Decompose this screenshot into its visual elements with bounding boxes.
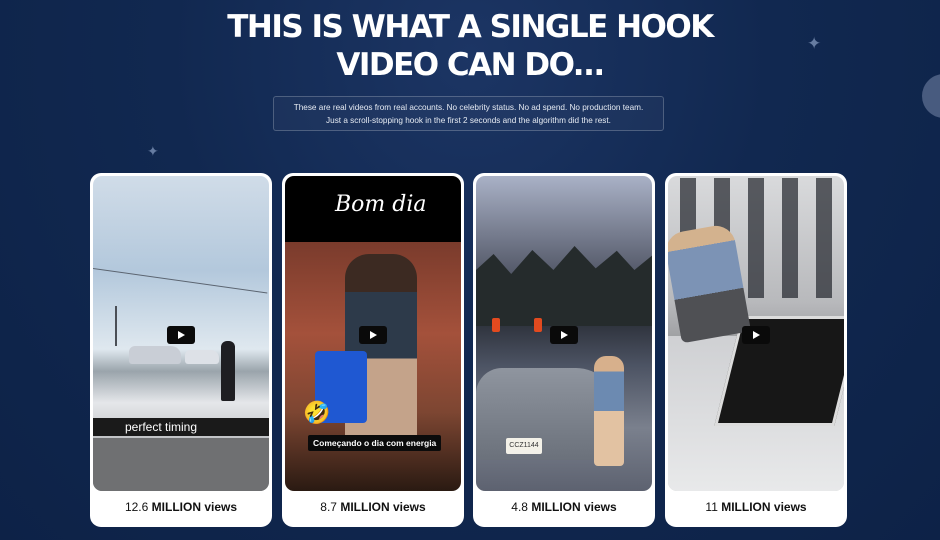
play-icon[interactable] xyxy=(167,326,195,344)
video-card[interactable]: Bom dia 🤣 Começando o dia com energia 8.… xyxy=(282,173,464,527)
views-unit: MILLION xyxy=(721,500,771,514)
scene-pole xyxy=(115,306,117,346)
video-caption: perfect timing xyxy=(125,420,198,434)
play-icon[interactable] xyxy=(742,326,770,344)
plate-text: CCZ1144 xyxy=(509,442,539,449)
views-word: views xyxy=(584,500,617,514)
headline: THIS IS WHAT A SINGLE HOOK VIDEO CAN DO.… xyxy=(0,8,940,84)
video-card[interactable]: perfect timing 12.6 MILLION views xyxy=(90,173,272,527)
video-thumbnail[interactable] xyxy=(668,176,844,491)
scene-person xyxy=(594,356,624,466)
views-unit: MILLION xyxy=(151,500,201,514)
headline-line-1: THIS IS WHAT A SINGLE HOOK xyxy=(227,9,714,45)
play-icon[interactable] xyxy=(359,326,387,344)
views-unit: MILLION xyxy=(531,500,581,514)
views-number: 11 xyxy=(705,500,718,514)
scene-car xyxy=(129,346,181,364)
views-word: views xyxy=(773,500,807,514)
video-thumbnail[interactable]: CCZ1144 xyxy=(476,176,652,491)
view-count: 4.8 MILLION views xyxy=(476,491,652,524)
subtitle-line-1: These are real videos from real accounts… xyxy=(293,103,644,112)
views-word: views xyxy=(204,500,238,514)
views-number: 4.8 xyxy=(511,500,528,514)
view-count: 12.6 MILLION views xyxy=(93,491,269,524)
scene-ground xyxy=(93,438,269,491)
scene-car xyxy=(185,350,219,364)
laughing-emoji-icon: 🤣 xyxy=(303,400,331,425)
views-number: 12.6 xyxy=(124,500,149,514)
views-word: views xyxy=(393,500,426,514)
play-icon[interactable] xyxy=(550,326,578,344)
view-count: 8.7 MILLION views xyxy=(285,491,461,524)
view-count: 11 MILLION views xyxy=(668,491,844,524)
subtitle-line-2: Just a scroll-stopping hook in the first… xyxy=(326,116,611,125)
scene-trees xyxy=(476,246,652,326)
video-card[interactable]: 11 MILLION views xyxy=(665,173,847,527)
sparkle-icon: ✦ xyxy=(147,143,159,159)
video-thumbnail[interactable]: Bom dia 🤣 Começando o dia com energia xyxy=(285,176,461,491)
views-number: 8.7 xyxy=(320,500,337,514)
video-thumbnail[interactable]: perfect timing xyxy=(93,176,269,491)
headline-line-2: VIDEO CAN DO... xyxy=(336,47,605,83)
license-plate: CCZ1144 xyxy=(506,438,542,454)
subtitle-box: These are real videos from real accounts… xyxy=(273,96,664,131)
scene-person xyxy=(221,341,235,401)
video-caption: Começando o dia com energia xyxy=(308,435,442,451)
scene-traffic-light xyxy=(492,318,500,332)
scene-traffic-light xyxy=(534,318,542,332)
views-unit: MILLION xyxy=(340,500,390,514)
title-overlay: Bom dia xyxy=(335,192,427,217)
scene-wire xyxy=(93,268,268,294)
sparkle-icon: ✦ xyxy=(807,34,822,53)
video-card[interactable]: CCZ1144 4.8 MILLION views xyxy=(473,173,655,527)
